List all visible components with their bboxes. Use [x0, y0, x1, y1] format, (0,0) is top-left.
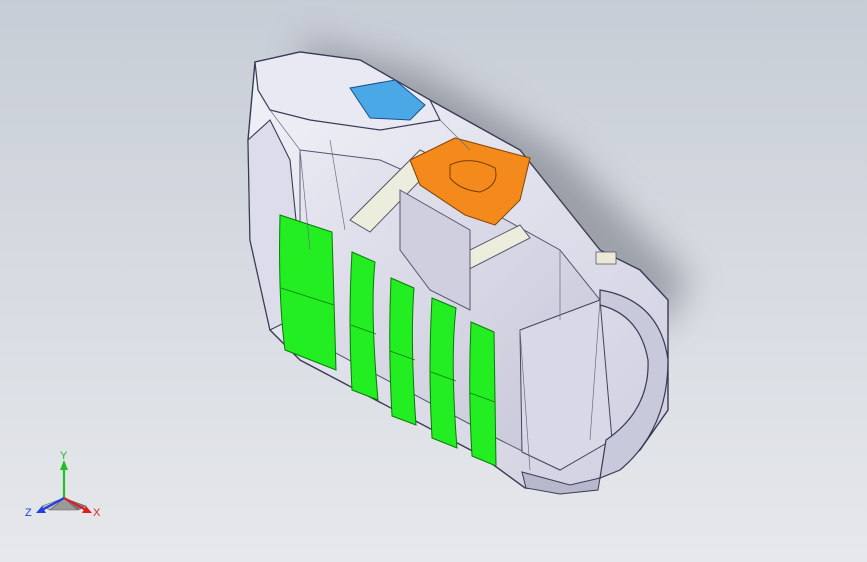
- orientation-triad[interactable]: Y Z X: [22, 448, 106, 526]
- y-axis-label: Y: [60, 450, 68, 462]
- model-viewport[interactable]: Y Z X: [0, 0, 867, 562]
- car-body-model[interactable]: [0, 0, 867, 562]
- x-axis-label: X: [93, 507, 101, 519]
- green-panel-1[interactable]: [279, 214, 337, 371]
- green-panel-3[interactable]: [389, 277, 417, 426]
- z-axis-label: Z: [25, 507, 32, 519]
- rear-bracket[interactable]: [595, 251, 617, 265]
- triad-base: [41, 497, 87, 511]
